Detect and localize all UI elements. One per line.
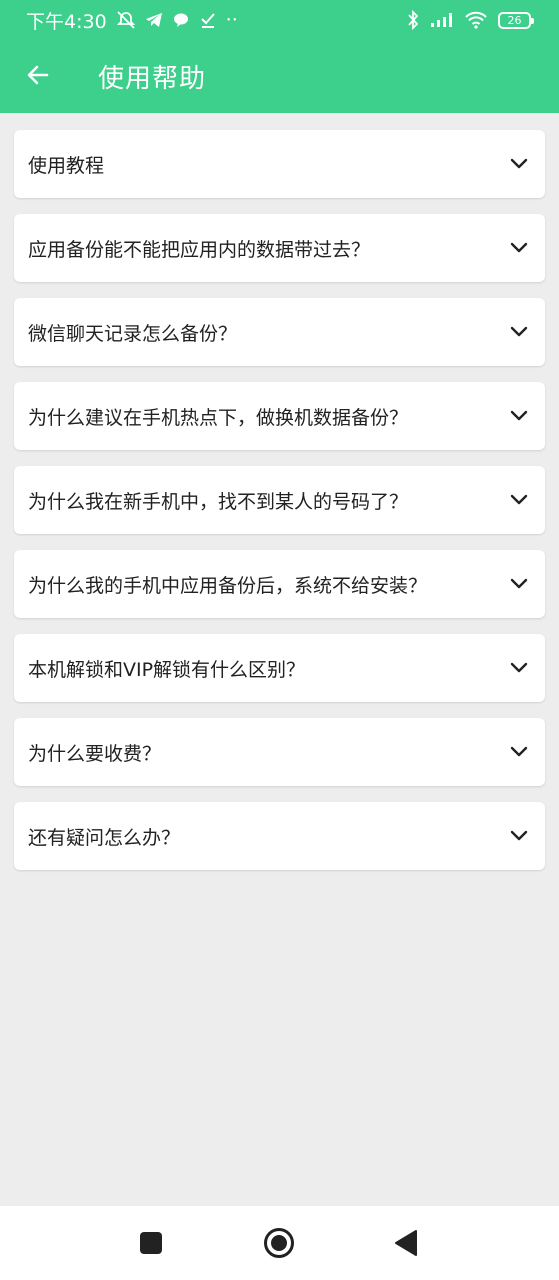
faq-item[interactable]: 应用备份能不能把应用内的数据带过去？ <box>14 214 545 282</box>
chevron-down-icon <box>509 490 529 510</box>
app-bar: 使用帮助 <box>0 40 559 113</box>
chevron-down-icon <box>509 406 529 426</box>
chevron-down-icon <box>509 826 529 846</box>
alarm-off-icon <box>116 10 136 30</box>
status-bar: 下午4:30 ·· 26 <box>0 0 559 40</box>
status-time: 下午4:30 <box>26 10 107 33</box>
bluetooth-icon <box>406 10 420 30</box>
battery-level: 26 <box>507 13 522 27</box>
faq-item[interactable]: 为什么我在新手机中，找不到某人的号码了？ <box>14 466 545 534</box>
telegram-icon <box>145 11 163 29</box>
faq-question: 微信聊天记录怎么备份？ <box>28 322 238 345</box>
faq-question: 本机解锁和VIP解锁有什么区别？ <box>28 658 306 681</box>
faq-item[interactable]: 使用教程 <box>14 130 545 198</box>
chevron-down-icon <box>509 574 529 594</box>
faq-question: 为什么我在新手机中，找不到某人的号码了？ <box>28 490 409 513</box>
system-nav-bar <box>0 1206 559 1280</box>
back-button[interactable] <box>0 40 76 113</box>
faq-item[interactable]: 为什么我的手机中应用备份后，系统不给安装？ <box>14 550 545 618</box>
faq-item[interactable]: 还有疑问怎么办？ <box>14 802 545 870</box>
check-download-icon <box>199 11 217 29</box>
faq-item[interactable]: 本机解锁和VIP解锁有什么区别？ <box>14 634 545 702</box>
faq-question: 为什么我的手机中应用备份后，系统不给安装？ <box>28 574 428 597</box>
recents-square-icon[interactable] <box>139 1231 163 1255</box>
signal-icon <box>430 12 454 28</box>
faq-question: 为什么要收费？ <box>28 742 162 765</box>
back-triangle-icon[interactable] <box>394 1229 418 1257</box>
chevron-down-icon <box>509 742 529 762</box>
page-title: 使用帮助 <box>98 64 207 94</box>
chat-bubble-icon <box>172 11 190 29</box>
wifi-icon <box>464 11 488 29</box>
faq-item[interactable]: 为什么要收费？ <box>14 718 545 786</box>
faq-item[interactable]: 微信聊天记录怎么备份？ <box>14 298 545 366</box>
faq-list: 使用教程 应用备份能不能把应用内的数据带过去？ 微信聊天记录怎么备份？ 为什么建… <box>14 130 545 886</box>
home-circle-icon[interactable] <box>263 1227 295 1259</box>
faq-question: 还有疑问怎么办？ <box>28 826 181 849</box>
chevron-down-icon <box>509 238 529 258</box>
faq-question: 应用备份能不能把应用内的数据带过去？ <box>28 238 371 261</box>
faq-question: 使用教程 <box>28 154 105 177</box>
arrow-left-icon <box>25 62 51 92</box>
chevron-down-icon <box>509 658 529 678</box>
chevron-down-icon <box>509 322 529 342</box>
status-right: 26 <box>406 10 534 30</box>
faq-item[interactable]: 为什么建议在手机热点下，做换机数据备份？ <box>14 382 545 450</box>
faq-question: 为什么建议在手机热点下，做换机数据备份？ <box>28 406 409 429</box>
chevron-down-icon <box>509 154 529 174</box>
battery-icon: 26 <box>498 11 534 29</box>
status-left: 下午4:30 ·· <box>26 7 238 34</box>
more-dots-icon: ·· <box>225 9 238 31</box>
